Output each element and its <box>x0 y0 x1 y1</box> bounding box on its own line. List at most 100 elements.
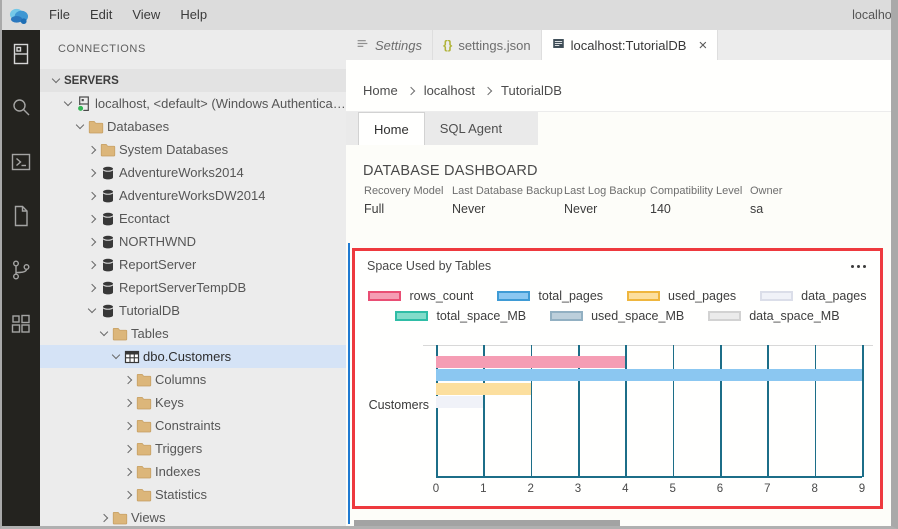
gridline <box>767 345 769 477</box>
tree-item[interactable]: localhost, <default> (Windows Authentica… <box>40 92 346 115</box>
menu-item-view[interactable]: View <box>122 0 170 30</box>
menu-item-help[interactable]: Help <box>170 0 217 30</box>
legend-item-rows_count[interactable]: rows_count <box>368 289 473 303</box>
tree-item-label: Columns <box>155 372 206 387</box>
x-tick-label: 8 <box>804 483 826 495</box>
terminal-icon <box>9 150 33 176</box>
legend-label: data_pages <box>801 289 866 303</box>
tree-item[interactable]: TutorialDB <box>40 299 346 322</box>
activitybar-source-control-icon[interactable] <box>2 258 40 284</box>
dashboard-tabstrip: HomeSQL Agent <box>346 112 538 145</box>
breadcrumb-item-tutorialdb[interactable]: TutorialDB <box>501 83 562 98</box>
database-icon <box>100 257 119 273</box>
legend-swatch <box>627 291 660 301</box>
tree-item-label: NORTHWND <box>119 234 196 249</box>
breadcrumb-item-localhost[interactable]: localhost <box>424 83 475 98</box>
legend-item-data_pages[interactable]: data_pages <box>760 289 866 303</box>
focus-indicator-line <box>348 243 350 524</box>
activitybar-extensions-icon[interactable] <box>2 312 40 338</box>
tree-section-servers[interactable]: SERVERS <box>40 69 346 92</box>
gridline <box>815 345 817 477</box>
tab-home[interactable]: Home <box>358 112 425 145</box>
activitybar-connections-icon[interactable] <box>2 42 40 68</box>
tree-item[interactable]: Tables <box>40 322 346 345</box>
activitybar-file-icon[interactable] <box>2 204 40 230</box>
window-title: localhos <box>852 0 898 30</box>
chevron-down-icon <box>64 98 72 106</box>
property-value: Full <box>364 202 452 216</box>
chevron-down-icon <box>112 351 120 359</box>
connections-sidebar: CONNECTIONS SERVERSlocalhost, <default> … <box>40 30 346 526</box>
property-value: Never <box>564 202 650 216</box>
menu-item-edit[interactable]: Edit <box>80 0 122 30</box>
chevron-right-icon <box>88 260 96 268</box>
menu-bar: FileEditViewHelp <box>39 0 217 30</box>
tree-item[interactable]: Econtact <box>40 207 346 230</box>
chevron-down-icon <box>88 305 96 313</box>
breadcrumb: Home localhost TutorialDB <box>346 60 891 112</box>
tree-item[interactable]: Triggers <box>40 437 346 460</box>
legend-item-total_pages[interactable]: total_pages <box>497 289 603 303</box>
dashboard-icon <box>552 37 565 53</box>
property-label: Compatibility Level <box>650 185 750 197</box>
chart-legend: rows_count total_pages used_pages data_page… <box>355 289 880 323</box>
tab-sql-agent[interactable]: SQL Agent <box>425 112 517 145</box>
tree-item-label: Tables <box>131 326 169 341</box>
close-icon[interactable]: × <box>698 38 707 53</box>
tree-item[interactable]: Columns <box>40 368 346 391</box>
tree-item[interactable]: ReportServer <box>40 253 346 276</box>
folder-icon <box>136 395 155 411</box>
tree-item-label: TutorialDB <box>119 303 180 318</box>
tree-item[interactable]: AdventureWorks2014 <box>40 161 346 184</box>
tab-localhost-tutorialdb[interactable]: localhost:TutorialDB× <box>542 30 719 60</box>
property-compatibility-level: Compatibility Level140 <box>650 185 750 216</box>
tree-item-label: Databases <box>107 119 169 134</box>
tree-item[interactable]: Statistics <box>40 483 346 506</box>
chevron-right-icon <box>88 214 96 222</box>
legend-label: rows_count <box>409 289 473 303</box>
tree-item[interactable]: ReportServerTempDB <box>40 276 346 299</box>
folder-icon <box>112 510 131 526</box>
tree-item[interactable]: NORTHWND <box>40 230 346 253</box>
x-tick-label: 1 <box>472 483 494 495</box>
tree-item[interactable]: Views <box>40 506 346 526</box>
tab-settings[interactable]: Settings <box>346 30 433 60</box>
tree-item[interactable]: Keys <box>40 391 346 414</box>
property-value: sa <box>750 202 830 216</box>
tab-settings-json[interactable]: {}settings.json <box>433 30 542 60</box>
activitybar-terminal-icon[interactable] <box>2 150 40 176</box>
legend-item-total_space_MB[interactable]: total_space_MB <box>395 309 526 323</box>
menu-item-file[interactable]: File <box>39 0 80 30</box>
legend-item-used_space_MB[interactable]: used_space_MB <box>550 309 684 323</box>
x-axis <box>436 476 862 478</box>
horizontal-scrollbar-thumb[interactable] <box>354 520 620 526</box>
tree-item[interactable]: Indexes <box>40 460 346 483</box>
activitybar-search-icon[interactable] <box>2 96 40 122</box>
chevron-right-icon <box>124 375 132 383</box>
bar-total_pages <box>436 369 862 381</box>
property-label: Owner <box>750 185 830 197</box>
ellipsis-menu-icon[interactable] <box>849 261 868 272</box>
legend-item-used_pages[interactable]: used_pages <box>627 289 736 303</box>
tree-item-label: AdventureWorks2014 <box>119 165 244 180</box>
chevron-down-icon <box>100 328 108 336</box>
legend-swatch <box>497 291 530 301</box>
folder-icon <box>88 119 107 135</box>
legend-item-data_space_MB[interactable]: data_space_MB <box>708 309 839 323</box>
chevron-right-icon <box>88 237 96 245</box>
tree-item[interactable]: Databases <box>40 115 346 138</box>
legend-label: used_pages <box>668 289 736 303</box>
legend-label: total_space_MB <box>436 309 526 323</box>
tree-item[interactable]: Constraints <box>40 414 346 437</box>
property-label: Last Log Backup <box>564 185 650 197</box>
tree-item[interactable]: dbo.Customers <box>40 345 346 368</box>
tree-section-label: SERVERS <box>64 75 119 87</box>
category-label: Customers <box>361 398 429 412</box>
tree-item[interactable]: AdventureWorksDW2014 <box>40 184 346 207</box>
breadcrumb-item-home[interactable]: Home <box>363 83 398 98</box>
tree-item-label: AdventureWorksDW2014 <box>119 188 265 203</box>
chevron-down-icon <box>76 121 84 129</box>
x-tick-label: 6 <box>709 483 731 495</box>
tree-item[interactable]: System Databases <box>40 138 346 161</box>
legend-label: used_space_MB <box>591 309 684 323</box>
